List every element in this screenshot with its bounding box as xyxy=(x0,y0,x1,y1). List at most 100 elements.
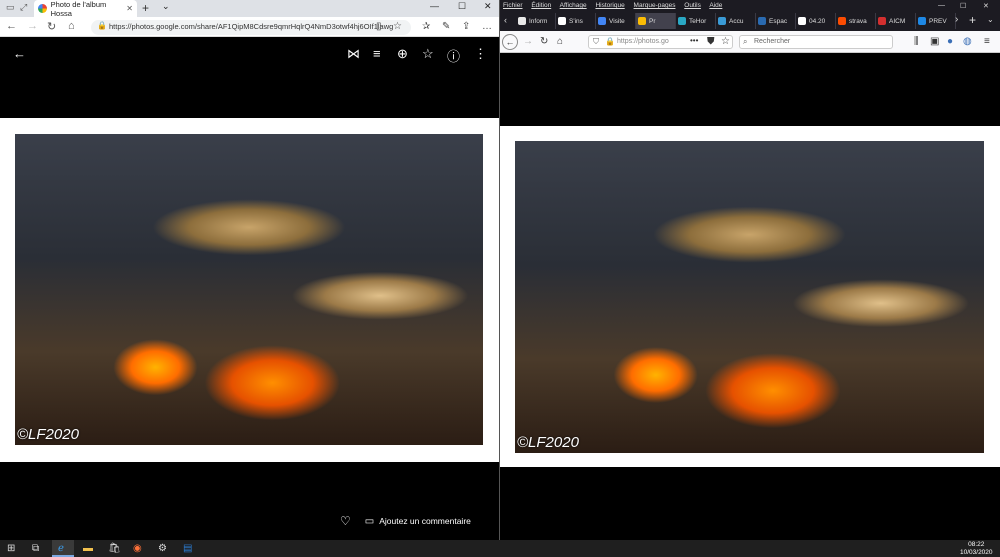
ff-tab-1[interactable]: S'ins xyxy=(556,13,596,29)
tab-list-dropdown-icon[interactable]: ⌄ xyxy=(987,15,994,24)
gp-share-icon[interactable]: ⋈ xyxy=(347,46,360,62)
back-icon[interactable]: ← xyxy=(6,20,17,32)
ff-bookmark-star-icon[interactable]: ☆ xyxy=(721,36,730,47)
ff-address-text: https://photos.go xyxy=(617,38,669,45)
ff-forward-icon[interactable]: → xyxy=(523,36,533,47)
close-window-button[interactable]: ✕ xyxy=(484,1,492,12)
menu-aide[interactable]: Aide xyxy=(709,2,722,9)
comment-icon[interactable]: ▭ xyxy=(365,516,374,527)
ff-page-actions-icon[interactable]: ••• xyxy=(690,36,698,45)
tab-dropdown-icon[interactable]: ⌄ xyxy=(162,1,170,12)
more-icon[interactable]: … xyxy=(482,21,492,32)
close-tab-icon[interactable]: ✕ xyxy=(126,4,133,13)
edge-taskbar-icon[interactable]: ℯ xyxy=(58,543,64,554)
notes-icon[interactable]: ✎ xyxy=(442,21,450,32)
refresh-icon[interactable]: ↻ xyxy=(47,20,56,33)
gp-more-icon[interactable]: ⋮ xyxy=(474,46,487,62)
settings-gear-icon[interactable]: ⚙ xyxy=(158,543,167,554)
ff-menubar: Fichier Édition Affichage Historique Mar… xyxy=(500,0,1000,11)
ff-tab-favicon-icon xyxy=(518,17,526,25)
ff-tab-3[interactable]: Pr xyxy=(636,13,676,29)
ff-search-bar[interactable]: ⌕ Rechercher xyxy=(739,35,893,49)
maximize-button[interactable]: ☐ xyxy=(458,1,466,12)
photo-watermark-right: ©LF2020 xyxy=(517,434,579,451)
ff-tab-8[interactable]: strava xyxy=(836,13,876,29)
tab-list-icon[interactable]: ⤢ xyxy=(20,2,27,13)
ff-tab-favicon-icon xyxy=(878,17,886,25)
favorites-icon[interactable]: ✰ xyxy=(422,21,430,32)
ff-tab-label: TeHor xyxy=(689,17,707,25)
ff-menu-icon[interactable]: ≡ xyxy=(984,36,990,47)
ff-extension2-icon[interactable]: ◍ xyxy=(963,36,972,47)
home-icon[interactable]: ⌂ xyxy=(68,20,75,32)
minimize-button[interactable]: — xyxy=(430,1,439,11)
ff-new-tab-button[interactable]: + xyxy=(969,13,976,27)
gp-info-icon[interactable]: ⓘ xyxy=(447,46,460,65)
ff-close-button[interactable]: ✕ xyxy=(983,2,989,10)
share-icon[interactable]: ⇪ xyxy=(462,21,470,32)
menu-outils[interactable]: Outils xyxy=(684,2,701,9)
tabs-scroll-left-icon[interactable]: ‹ xyxy=(504,15,507,25)
ff-extension-icon[interactable]: ● xyxy=(947,36,953,47)
ff-tab-favicon-icon xyxy=(718,17,726,25)
taskbar-clock[interactable]: 08:22 10/03/2020 xyxy=(960,541,993,557)
ff-tab-label: PREV xyxy=(929,17,947,25)
tabs-scroll-right-icon[interactable]: › xyxy=(955,14,958,25)
word-icon[interactable]: ▤ xyxy=(183,543,192,554)
start-icon[interactable]: ⊞ xyxy=(7,543,15,554)
gp-zoom-icon[interactable]: ⊕ xyxy=(397,46,408,62)
gp-edit-icon[interactable]: ≡ xyxy=(373,46,381,61)
gp-back-icon[interactable]: ← xyxy=(13,46,26,61)
ff-tab-9[interactable]: AICM xyxy=(876,13,916,29)
toast-over-fire-photo-right[interactable]: ©LF2020 xyxy=(515,141,984,453)
task-view-icon[interactable]: ⧉ xyxy=(32,543,39,554)
ff-tab-6[interactable]: Espac xyxy=(756,13,796,29)
ff-back-icon[interactable]: ← xyxy=(502,34,518,50)
edge-tab-title: Photo de l'album Hossa xyxy=(50,0,107,18)
clock-date: 10/03/2020 xyxy=(960,549,993,556)
gp-favorite-icon[interactable]: ☆ xyxy=(422,46,434,62)
ff-lock-icon: 🔒 xyxy=(605,37,615,46)
ff-tab-label: S'ins xyxy=(569,17,583,25)
new-tab-button[interactable]: + xyxy=(142,1,149,15)
ff-minimize-button[interactable]: — xyxy=(938,2,945,9)
ff-tab-label: 04.20 xyxy=(809,17,826,25)
forward-icon[interactable]: → xyxy=(27,20,38,32)
edge-tab-photo[interactable]: Photo de l'album Hossa ✕ xyxy=(34,0,137,18)
ff-tab-0[interactable]: Inform xyxy=(516,13,556,29)
menu-edition[interactable]: Édition xyxy=(531,2,551,9)
ff-maximize-button[interactable]: ☐ xyxy=(960,2,966,10)
ff-tab-label: Visite xyxy=(609,17,625,25)
ff-search-icon: ⌕ xyxy=(743,37,748,46)
ff-library-icon[interactable]: ⫼ xyxy=(914,36,919,47)
ff-tab-5[interactable]: Accu xyxy=(716,13,756,29)
google-photos-icon xyxy=(38,4,47,13)
heart-icon[interactable]: ♡ xyxy=(340,514,351,528)
ff-reload-icon[interactable]: ↻ xyxy=(540,36,548,47)
firefox-taskbar-icon[interactable]: ◉ xyxy=(133,543,142,554)
ff-pocket-icon[interactable]: ⛊ xyxy=(707,36,715,47)
menu-historique[interactable]: Historique xyxy=(595,2,624,9)
menu-marque-pages[interactable]: Marque-pages xyxy=(634,2,676,9)
address-text: https://photos.google.com/share/AF1QipM8… xyxy=(109,22,394,31)
ff-search-placeholder: Rechercher xyxy=(754,38,791,45)
store-icon[interactable]: 🛍 xyxy=(108,543,121,554)
ff-tab-7[interactable]: 04.20 xyxy=(796,13,836,29)
ff-tab-2[interactable]: Visite xyxy=(596,13,636,29)
favorite-star-icon[interactable]: ☆ xyxy=(393,21,402,32)
file-explorer-icon[interactable]: ▬ xyxy=(83,543,93,554)
ff-home-icon[interactable]: ⌂ xyxy=(557,36,563,47)
address-bar[interactable]: 🔒 https://photos.google.com/share/AF1Qip… xyxy=(91,20,411,35)
menu-fichier[interactable]: Fichier xyxy=(503,2,523,9)
ff-tab-4[interactable]: TeHor xyxy=(676,13,716,29)
ff-tab-10[interactable]: PREV xyxy=(916,13,956,29)
ff-tab-label: Inform xyxy=(529,17,548,25)
ff-sidebar-icon[interactable]: ▣ xyxy=(930,36,939,47)
reading-view-icon[interactable]: ▯ xyxy=(376,21,382,32)
tab-actions-icon[interactable]: ▭ xyxy=(6,2,15,13)
menu-affichage[interactable]: Affichage xyxy=(560,2,587,9)
toast-over-fire-photo-left[interactable]: ©LF2020 xyxy=(15,134,483,445)
ff-tab-favicon-icon xyxy=(758,17,766,25)
add-comment-link[interactable]: Ajoutez un commentaire xyxy=(379,516,471,526)
ff-tab-favicon-icon xyxy=(678,17,686,25)
